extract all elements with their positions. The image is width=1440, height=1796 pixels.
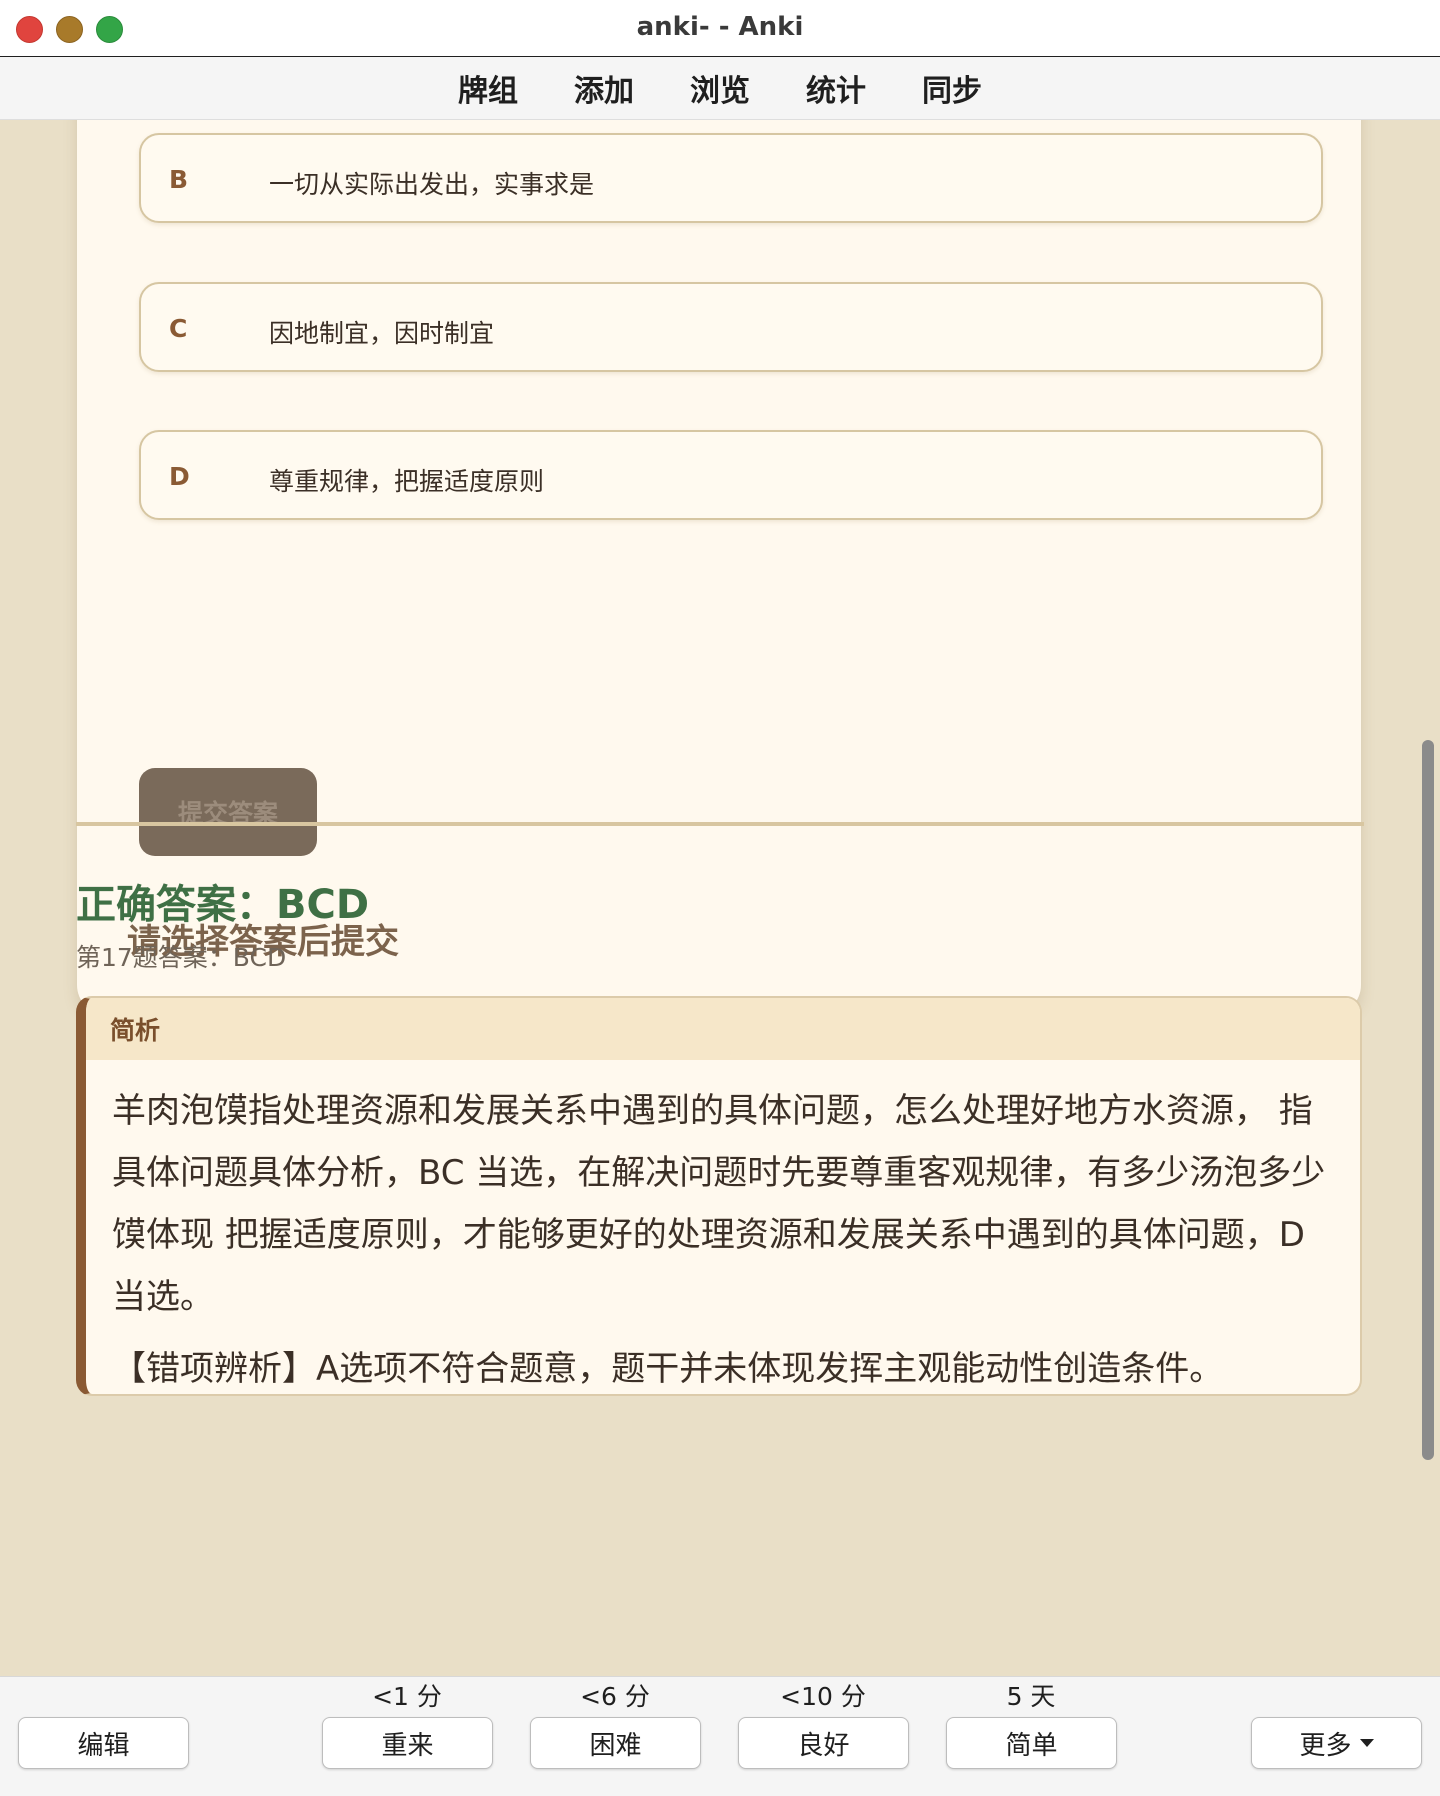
option-letter: D: [169, 462, 190, 491]
analysis-paragraph: 【错项辨析】A选项不符合题意，题干并未体现发挥主观能动性创造条件。: [112, 1349, 1224, 1389]
main-toolbar: 牌组 添加 浏览 统计 同步: [0, 57, 1440, 120]
vertical-scrollbar[interactable]: [1422, 740, 1434, 1460]
toolbar-stats[interactable]: 统计: [806, 66, 866, 110]
analysis-paragraph: 羊肉泡馍指处理资源和发展关系中遇到的具体问题，怎么处理好地方水资源， 指具体问题…: [112, 1091, 1326, 1317]
analysis-heading: 简析: [86, 998, 1360, 1060]
window-title: anki- - Anki: [636, 12, 804, 42]
option-letter: B: [169, 165, 189, 194]
hard-button[interactable]: 困难: [530, 1717, 701, 1769]
option-text: 一切从实际出发出，实事求是: [269, 170, 595, 199]
more-button[interactable]: 更多: [1251, 1717, 1422, 1769]
more-label: 更多: [1299, 1730, 1352, 1761]
option-b[interactable]: B 一切从实际出发出，实事求是: [139, 133, 1323, 223]
option-text: 尊重规律，把握适度原则: [269, 467, 545, 496]
toolbar-browse[interactable]: 浏览: [690, 66, 750, 110]
analysis-box: 简析 羊肉泡馍指处理资源和发展关系中遇到的具体问题，怎么处理好地方水资源， 指具…: [76, 996, 1362, 1396]
option-d[interactable]: D 尊重规律，把握适度原则: [139, 430, 1323, 520]
option-letter: C: [169, 314, 188, 343]
easy-interval: 5 天: [1006, 1682, 1056, 1711]
answer-divider: [76, 822, 1364, 826]
correct-answer-title: 正确答案：BCD: [76, 882, 370, 928]
hard-interval: <6 分: [580, 1682, 650, 1711]
answer-summary: 第17题答案：BCD: [76, 943, 287, 972]
submit-answer-button[interactable]: 提交答案: [139, 768, 317, 856]
option-text: 因地制宜，因时制宜: [269, 319, 495, 348]
toolbar-add[interactable]: 添加: [574, 66, 634, 110]
analysis-body: 羊肉泡馍指处理资源和发展关系中遇到的具体问题，怎么处理好地方水资源， 指具体问题…: [86, 1060, 1360, 1394]
card-content-area: B 一切从实际出发出，实事求是 C 因地制宜，因时制宜 D 尊重规律，把握适度原…: [0, 120, 1440, 1676]
title-bar: anki- - Anki: [0, 0, 1440, 57]
edit-button[interactable]: 编辑: [18, 1717, 189, 1769]
again-interval: <1 分: [372, 1682, 442, 1711]
option-c[interactable]: C 因地制宜，因时制宜: [139, 282, 1323, 372]
toolbar-sync[interactable]: 同步: [922, 66, 982, 110]
chevron-down-icon: [1359, 1739, 1374, 1747]
toolbar-decks[interactable]: 牌组: [458, 66, 518, 110]
again-button[interactable]: 重来: [322, 1717, 493, 1769]
anki-window: anki- - Anki 牌组 添加 浏览 统计 同步 B 一切从实际出发出，实…: [0, 0, 1440, 1796]
good-button[interactable]: 良好: [738, 1717, 909, 1769]
easy-button[interactable]: 简单: [946, 1717, 1117, 1769]
review-bottom-bar: <1 分 <6 分 <10 分 5 天 编辑 重来 困难 良好 简单 更多: [0, 1676, 1440, 1796]
good-interval: <10 分: [780, 1682, 866, 1711]
